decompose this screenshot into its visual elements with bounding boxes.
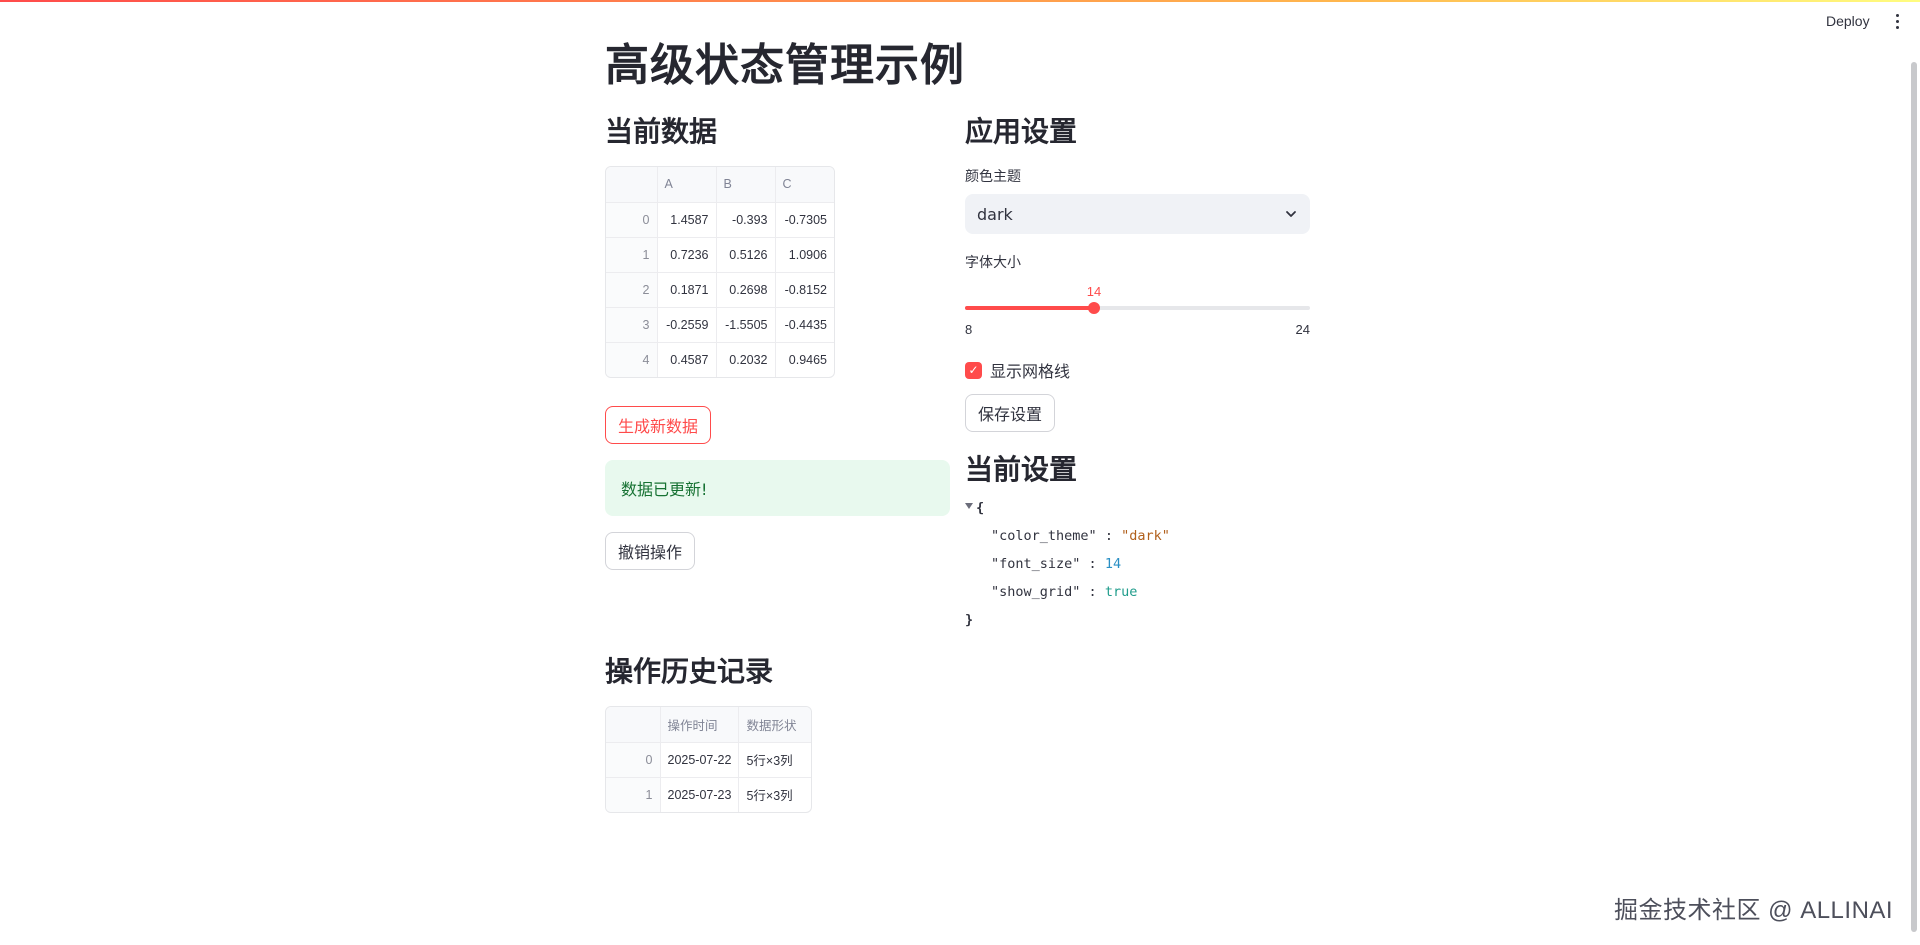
column-header-time[interactable]: 操作时间 xyxy=(660,707,740,743)
kebab-menu-icon[interactable] xyxy=(1892,14,1902,32)
json-close-brace: } xyxy=(965,612,974,628)
table-row: 0 1.4587 -0.393 -0.7305 xyxy=(606,202,834,238)
index-header xyxy=(606,167,658,203)
json-separator: : xyxy=(1104,528,1113,544)
save-settings-button[interactable]: 保存设置 xyxy=(965,394,1056,432)
slider-max-label: 24 xyxy=(1295,322,1310,337)
app-settings-heading: 应用设置 xyxy=(965,115,1078,148)
json-close-line: } xyxy=(965,606,1310,634)
settings-json-viewer: { "color_theme" : "dark" "font_size" : 1… xyxy=(965,494,1310,634)
theme-select-value: dark xyxy=(977,204,1013,224)
table-cell[interactable]: 0.5126 xyxy=(716,237,776,273)
history-section: 操作历史记录 操作时间 数据形状 0 2025-07-22 5行×3列 1 20… xyxy=(605,652,950,817)
deploy-button[interactable]: Deploy xyxy=(1826,13,1870,29)
table-cell[interactable]: -0.4435 xyxy=(775,307,834,343)
table-cell[interactable]: 2025-07-23 xyxy=(660,777,740,812)
json-open-brace: { xyxy=(976,500,985,516)
right-column: 应用设置 颜色主题 dark 字体大小 14 8 24 ✓ 显示网格线 保存设置… xyxy=(965,112,1310,634)
theme-select[interactable]: dark xyxy=(965,194,1310,234)
table-cell[interactable]: 0.7236 xyxy=(657,237,717,273)
slider-current-value: 14 xyxy=(1086,284,1102,299)
table-row: 3 -0.2559 -1.5505 -0.4435 xyxy=(606,307,834,343)
table-row: 1 2025-07-23 5行×3列 xyxy=(606,777,811,812)
table-row: 0 2025-07-22 5行×3列 xyxy=(606,742,811,778)
row-index: 2 xyxy=(606,272,658,308)
table-cell[interactable]: 5行×3列 xyxy=(738,742,811,778)
table-cell[interactable]: -1.5505 xyxy=(716,307,776,343)
table-cell[interactable]: 0.4587 xyxy=(657,342,717,377)
row-index: 0 xyxy=(606,202,658,238)
table-cell[interactable]: -0.2559 xyxy=(657,307,717,343)
row-index: 0 xyxy=(606,742,661,778)
table-cell[interactable]: -0.393 xyxy=(716,202,776,238)
table-row: 2 0.1871 0.2698 -0.8152 xyxy=(606,272,834,308)
font-size-label: 字体大小 xyxy=(965,255,1021,271)
row-index: 1 xyxy=(606,237,658,273)
current-settings-heading: 当前设置 xyxy=(965,453,1078,486)
json-value: true xyxy=(1104,584,1138,600)
table-cell[interactable]: 0.2698 xyxy=(716,272,776,308)
table-row: 4 0.4587 0.2032 0.9465 xyxy=(606,342,834,377)
slider-min-label: 8 xyxy=(965,322,973,337)
page-title: 高级状态管理示例 xyxy=(605,40,965,91)
row-index: 3 xyxy=(606,307,658,343)
json-value: "dark" xyxy=(1121,528,1170,544)
undo-button[interactable]: 撤销操作 xyxy=(605,532,696,570)
row-index: 4 xyxy=(606,342,658,377)
index-header xyxy=(606,707,661,743)
current-data-table[interactable]: A B C 0 1.4587 -0.393 -0.7305 1 0.7236 0… xyxy=(605,166,835,378)
table-cell[interactable]: 0.2032 xyxy=(716,342,776,377)
show-grid-checkbox[interactable]: ✓ 显示网格线 xyxy=(965,358,1310,382)
json-key: "show_grid" xyxy=(991,584,1081,600)
font-size-slider[interactable]: 14 8 24 xyxy=(965,272,1310,337)
table-cell[interactable]: -0.8152 xyxy=(775,272,834,308)
slider-fill xyxy=(965,306,1094,310)
generate-data-button[interactable]: 生成新数据 xyxy=(605,406,712,444)
json-value: 14 xyxy=(1104,556,1122,572)
column-header-c[interactable]: C xyxy=(775,167,834,203)
history-table[interactable]: 操作时间 数据形状 0 2025-07-22 5行×3列 1 2025-07-2… xyxy=(605,706,812,813)
table-cell[interactable]: 5行×3列 xyxy=(739,777,811,812)
table-cell[interactable]: 2025-07-22 xyxy=(660,742,740,778)
json-entry: "font_size" : 14 xyxy=(965,550,1310,578)
checkmark-icon[interactable]: ✓ xyxy=(965,361,982,379)
table-header-row: 操作时间 数据形状 xyxy=(606,707,811,743)
success-alert: 数据已更新! xyxy=(605,460,950,516)
table-cell[interactable]: 0.9465 xyxy=(775,342,834,377)
table-cell[interactable]: 1.4587 xyxy=(657,202,717,238)
success-message: 数据已更新! xyxy=(621,480,708,499)
row-index: 1 xyxy=(606,777,661,812)
header-decoration-bar xyxy=(0,0,1920,2)
table-header-row: A B C xyxy=(606,167,834,203)
chevron-down-icon xyxy=(1286,211,1296,217)
show-grid-label: 显示网格线 xyxy=(990,362,1071,381)
json-separator: : xyxy=(1088,584,1097,600)
table-cell[interactable]: 0.1871 xyxy=(657,272,717,308)
history-heading: 操作历史记录 xyxy=(605,655,774,688)
left-column: 当前数据 A B C 0 1.4587 -0.393 -0.7305 1 0.7… xyxy=(605,112,950,570)
column-header-a[interactable]: A xyxy=(657,167,717,203)
json-entry: "show_grid" : true xyxy=(965,578,1310,606)
json-open-line[interactable]: { xyxy=(965,494,1310,522)
table-cell[interactable]: -0.7305 xyxy=(775,202,834,238)
slider-thumb[interactable] xyxy=(1088,302,1100,314)
page-scrollbar[interactable] xyxy=(1911,62,1917,932)
table-row: 1 0.7236 0.5126 1.0906 xyxy=(606,237,834,273)
column-header-b[interactable]: B xyxy=(716,167,776,203)
json-separator: : xyxy=(1088,556,1097,572)
json-key: "font_size" xyxy=(991,556,1081,572)
json-key: "color_theme" xyxy=(991,528,1097,544)
watermark: 掘金技术社区 @ ALLINAI xyxy=(1614,897,1894,924)
collapse-caret-icon[interactable] xyxy=(965,503,973,509)
current-data-heading: 当前数据 xyxy=(605,115,718,148)
theme-label: 颜色主题 xyxy=(965,169,1021,185)
table-cell[interactable]: 1.0906 xyxy=(775,237,834,273)
json-entry: "color_theme" : "dark" xyxy=(965,522,1310,550)
column-header-shape[interactable]: 数据形状 xyxy=(738,707,811,743)
